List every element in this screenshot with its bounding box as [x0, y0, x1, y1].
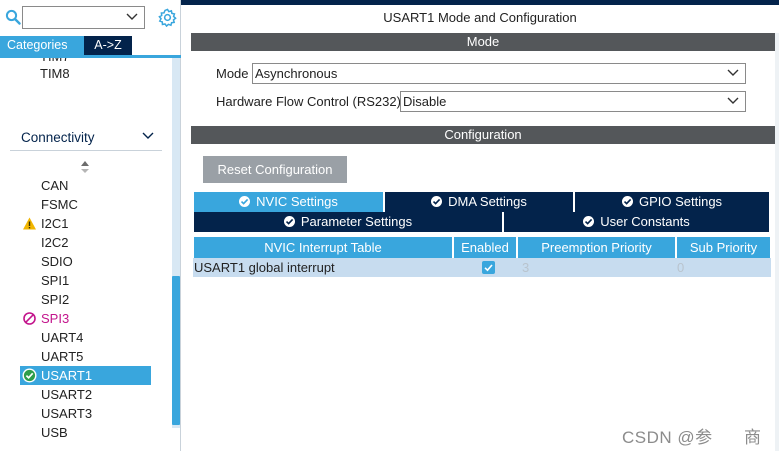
check-circle-icon [22, 368, 37, 383]
flow-control-select-value: Disable [403, 94, 447, 109]
sidebar-item-label: UART4 [41, 330, 84, 345]
sort-icon[interactable] [80, 160, 90, 174]
sidebar-item-can[interactable]: CAN [20, 176, 151, 195]
chevron-down-icon[interactable] [126, 13, 138, 21]
sidebar-item-label: USART1 [41, 368, 93, 383]
sidebar-item-label: I2C1 [41, 216, 69, 231]
tab-label: User Constants [600, 214, 690, 229]
table-row[interactable]: USART1 global interrupt 3 0 [193, 258, 771, 277]
interrupt-name: USART1 global interrupt [194, 260, 335, 275]
sidebar-item-label: SDIO [41, 254, 73, 269]
enabled-checkbox[interactable] [482, 261, 495, 274]
sub-priority-value[interactable]: 0 [677, 258, 684, 277]
category-connectivity[interactable]: Connectivity [10, 127, 162, 151]
tab-label: DMA Settings [448, 194, 527, 209]
tab-nvic-settings[interactable]: NVIC Settings [194, 192, 383, 212]
sidebar-item-label: FSMC [41, 197, 78, 212]
check-circle-icon [239, 196, 251, 207]
disabled-icon [23, 312, 36, 325]
sidebar-item-i2c2[interactable]: I2C2 [20, 233, 151, 252]
clipped-item: TIM7 [40, 58, 68, 62]
check-circle-icon [431, 196, 443, 207]
tab-user-constants[interactable]: User Constants [504, 212, 769, 232]
search-row [0, 0, 181, 36]
tab-label: GPIO Settings [638, 194, 723, 209]
sidebar-item-usart3[interactable]: USART3 [20, 404, 151, 423]
gear-icon[interactable] [158, 8, 177, 27]
mode-section-header: Mode [191, 33, 775, 51]
column-header[interactable]: Preemption Priority [518, 237, 675, 258]
tab-label: NVIC Settings [256, 194, 338, 209]
sidebar-item-tim8[interactable]: TIM8 [40, 66, 70, 81]
sidebar-item-fsmc[interactable]: FSMC [20, 195, 151, 214]
sidebar-item-i2c1[interactable]: I2C1 [20, 214, 151, 233]
category-label: Connectivity [21, 130, 95, 145]
sidebar-item-usb[interactable]: USB [20, 423, 151, 442]
sidebar-tabs: Categories A->Z [0, 36, 132, 55]
panel-left-edge [181, 5, 191, 451]
chevron-down-icon [727, 97, 739, 104]
left-panel: Categories A->Z TIM7 TIM8 Connectivity C… [0, 0, 181, 451]
flow-control-label: Hardware Flow Control (RS232) [216, 94, 401, 109]
mode-select[interactable]: Asynchronous [252, 63, 746, 84]
tab-parameter-settings[interactable]: Parameter Settings [194, 212, 502, 232]
mode-label: Mode [216, 66, 249, 81]
check-circle-icon [283, 216, 295, 227]
watermark: CSDN @参 商 [622, 428, 762, 447]
preemption-priority-value[interactable]: 3 [522, 258, 529, 277]
mode-select-value: Asynchronous [255, 66, 338, 81]
search-input[interactable] [22, 6, 145, 29]
panel-title: USART1 Mode and Configuration [383, 10, 577, 25]
tabs-underline [0, 55, 181, 58]
tab-categories[interactable]: Categories [0, 36, 84, 55]
check-circle-icon [621, 196, 633, 207]
check-circle-icon [583, 216, 595, 227]
sidebar-item-uart4[interactable]: UART4 [20, 328, 151, 347]
chevron-down-icon [142, 132, 154, 139]
sidebar-item-label: CAN [41, 178, 69, 193]
sidebar-item-sdio[interactable]: SDIO [20, 252, 151, 271]
sidebar-item-spi2[interactable]: SPI2 [20, 290, 151, 309]
sidebar-item-label: USART2 [41, 387, 93, 402]
configuration-section-header: Configuration [191, 126, 775, 144]
sidebar-scrollbar-thumb[interactable] [172, 276, 180, 425]
config-panel: USART1 Mode and Configuration Mode Mode … [181, 0, 779, 451]
panel-right-edge [775, 33, 779, 451]
tab-a-z[interactable]: A->Z [84, 36, 132, 55]
sidebar-item-label: I2C2 [41, 235, 69, 250]
sidebar-item-label: USART3 [41, 406, 93, 421]
sidebar-item-usart1[interactable]: USART1 [20, 366, 151, 385]
column-header[interactable]: Enabled [454, 237, 516, 258]
tab-dma-settings[interactable]: DMA Settings [385, 192, 573, 212]
column-header[interactable]: NVIC Interrupt Table [194, 237, 452, 258]
flow-control-select[interactable]: Disable [400, 91, 746, 112]
sidebar-item-usart2[interactable]: USART2 [20, 385, 151, 404]
column-header[interactable]: Sub Priority [677, 237, 770, 258]
sidebar-item-label: UART5 [41, 349, 84, 364]
panel-top-bar [181, 0, 779, 5]
tab-label: Parameter Settings [300, 214, 413, 229]
reset-configuration-button[interactable]: Reset Configuration [203, 156, 347, 183]
tab-gpio-settings[interactable]: GPIO Settings [575, 192, 769, 212]
sidebar-item-label: USB [41, 425, 68, 440]
sidebar-item-label: SPI3 [41, 311, 70, 326]
sidebar-item-spi3[interactable]: SPI3 [20, 309, 151, 328]
sidebar-item-uart5[interactable]: UART5 [20, 347, 151, 366]
chevron-down-icon [727, 69, 739, 76]
sidebar-item-spi1[interactable]: SPI1 [20, 271, 151, 290]
sidebar-item-label: SPI1 [41, 273, 70, 288]
check-icon [484, 264, 493, 272]
search-icon[interactable] [5, 9, 21, 25]
nvic-table-header: NVIC Interrupt Table Enabled Preemption … [194, 237, 770, 258]
sidebar-item-label: SPI2 [41, 292, 70, 307]
warning-icon [23, 217, 36, 230]
